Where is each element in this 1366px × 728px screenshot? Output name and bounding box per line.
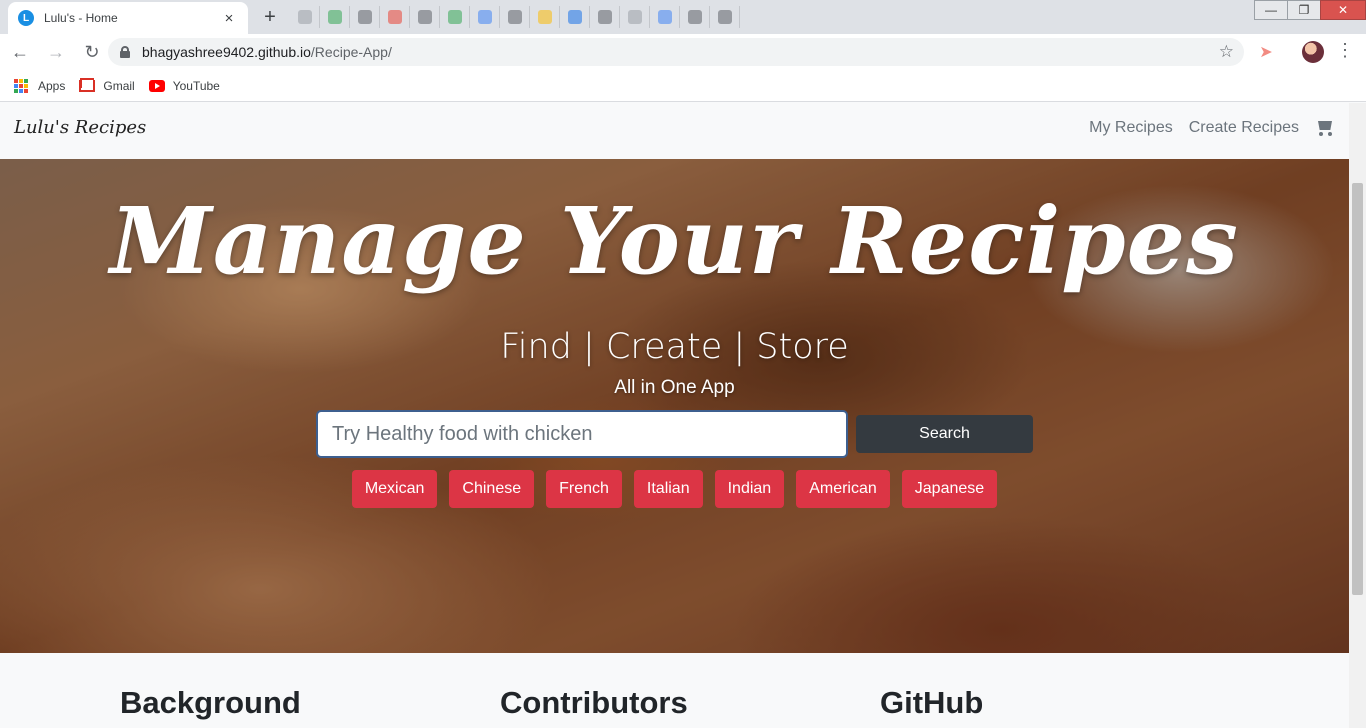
brand-logo[interactable]: Lulu's Recipes <box>14 117 146 138</box>
bookmark-label: YouTube <box>172 78 220 93</box>
browser-tab[interactable] <box>500 6 530 28</box>
new-tab-button[interactable]: + <box>258 6 282 30</box>
browser-tab[interactable] <box>680 6 710 28</box>
cuisine-button-french[interactable]: French <box>546 470 622 508</box>
bookmark-apps[interactable]: Apps <box>14 78 66 93</box>
bookmarks-bar: Apps Gmail YouTube <box>0 70 1366 102</box>
search-button[interactable]: Search <box>856 415 1033 453</box>
cuisine-button-japanese[interactable]: Japanese <box>901 470 998 508</box>
page-scrollbar[interactable] <box>1349 103 1366 728</box>
nav-links: My Recipes Create Recipes <box>1089 119 1335 137</box>
url-path: /Recipe-App/ <box>310 44 392 60</box>
section-heading-github: GitHub <box>880 685 984 720</box>
url-host: bhagyashree9402.github.io <box>142 44 311 60</box>
recipe-search-input[interactable] <box>316 410 848 458</box>
browser-tab-active[interactable]: L Lulu's - Home × <box>8 2 248 34</box>
cuisine-button-italian[interactable]: Italian <box>633 470 703 508</box>
section-heading-contributors: Contributors <box>500 685 688 720</box>
browser-tab-strip: L Lulu's - Home × + — ❐ ✕ <box>0 0 1366 34</box>
forward-arrow-icon[interactable]: → <box>40 36 72 68</box>
section-heading-background: Background <box>120 685 301 720</box>
gmail-icon <box>79 79 96 92</box>
browser-tab[interactable] <box>710 6 740 28</box>
bookmark-youtube[interactable]: YouTube <box>148 78 220 93</box>
profile-avatar[interactable] <box>1302 41 1324 63</box>
info-sections: Background Contributors GitHub <box>0 653 1349 728</box>
browser-tab[interactable] <box>620 6 650 28</box>
browser-toolbar: ← → ↻ bhagyashree9402.github.io/Recipe-A… <box>0 34 1366 70</box>
bookmark-label: Apps <box>38 78 66 93</box>
browser-tab[interactable] <box>530 6 560 28</box>
page-viewport: Lulu's Recipes My Recipes Create Recipes… <box>0 103 1349 728</box>
cuisine-filters: Mexican Chinese French Italian Indian Am… <box>0 470 1349 508</box>
bookmark-star-icon[interactable]: ☆ <box>1219 42 1234 62</box>
restore-icon[interactable]: ❐ <box>1287 0 1321 20</box>
browser-menu-icon[interactable]: ⋮ <box>1336 40 1354 64</box>
cuisine-button-american[interactable]: American <box>796 470 890 508</box>
browser-tab[interactable] <box>650 6 680 28</box>
bookmark-label: Gmail <box>103 78 135 93</box>
back-arrow-icon[interactable]: ← <box>4 36 36 68</box>
tab-close-icon[interactable]: × <box>220 10 238 27</box>
browser-tab[interactable] <box>290 6 320 28</box>
hero-subtitle: Find | Create | Store <box>500 327 849 367</box>
nav-create-recipes[interactable]: Create Recipes <box>1189 119 1299 137</box>
browser-tab[interactable] <box>350 6 380 28</box>
hero-tagline: All in One App <box>614 377 735 398</box>
bookmark-gmail[interactable]: Gmail <box>79 78 135 93</box>
cuisine-button-indian[interactable]: Indian <box>714 470 785 508</box>
browser-tab[interactable] <box>560 6 590 28</box>
scrollbar-thumb[interactable] <box>1352 183 1363 595</box>
cuisine-button-mexican[interactable]: Mexican <box>351 470 438 508</box>
site-navbar: Lulu's Recipes My Recipes Create Recipes <box>0 103 1349 159</box>
browser-tab[interactable] <box>590 6 620 28</box>
address-bar[interactable]: bhagyashree9402.github.io/Recipe-App/ ☆ <box>108 38 1244 66</box>
nav-my-recipes[interactable]: My Recipes <box>1089 119 1173 137</box>
browser-tab[interactable] <box>470 6 500 28</box>
cart-icon[interactable] <box>1315 119 1335 137</box>
browser-tab[interactable] <box>320 6 350 28</box>
apps-icon <box>14 78 28 93</box>
lock-icon[interactable] <box>120 46 130 58</box>
close-window-icon[interactable]: ✕ <box>1320 0 1366 20</box>
hero-banner: Manage Your Recipes Find | Create | Stor… <box>0 159 1349 653</box>
minimize-icon[interactable]: — <box>1254 0 1288 20</box>
tab-title: Lulu's - Home <box>44 11 118 25</box>
extension-icon[interactable]: ➤ <box>1256 42 1276 62</box>
reload-icon[interactable]: ↻ <box>76 36 108 68</box>
cuisine-button-chinese[interactable]: Chinese <box>449 470 535 508</box>
hero-title: Manage Your Recipes <box>110 187 1239 295</box>
browser-tab[interactable] <box>380 6 410 28</box>
youtube-icon <box>148 79 165 92</box>
window-controls: — ❐ ✕ <box>1254 0 1366 20</box>
browser-tab[interactable] <box>410 6 440 28</box>
other-tabs <box>290 6 740 28</box>
browser-tab[interactable] <box>440 6 470 28</box>
site-favicon-icon: L <box>18 10 34 26</box>
